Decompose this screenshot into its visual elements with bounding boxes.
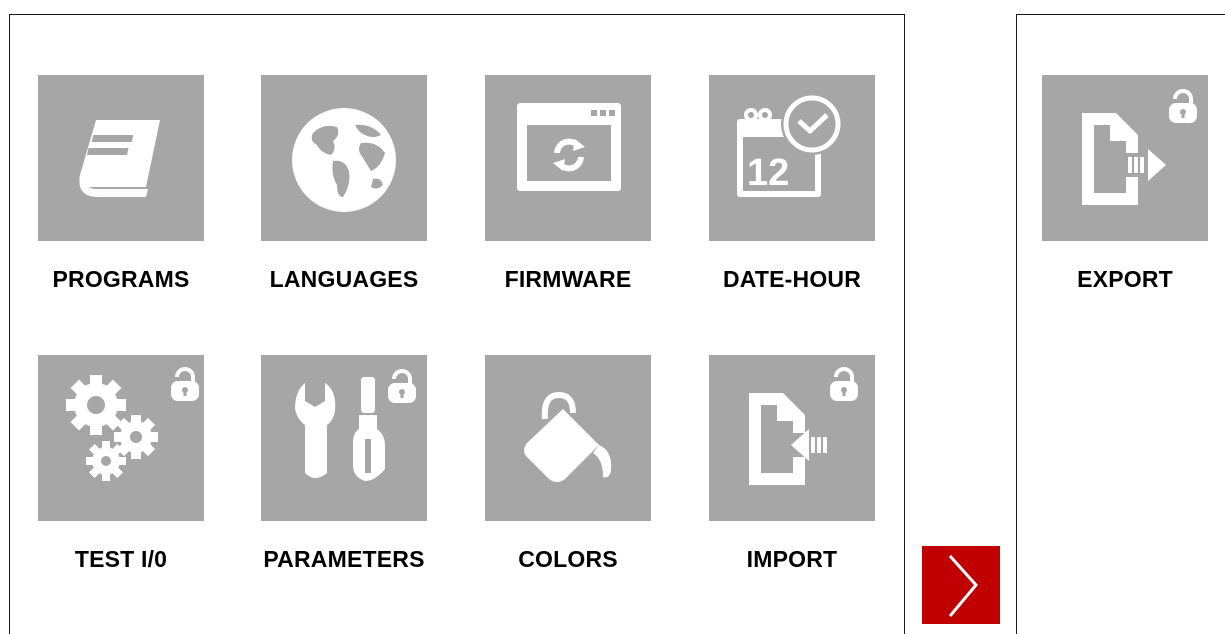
import-label: IMPORT [746, 546, 838, 572]
calendar-clock-icon: 12 [737, 93, 843, 197]
globe-icon [292, 108, 396, 212]
languages-label: LANGUAGES [269, 266, 419, 292]
programs-label: PROGRAMS [52, 266, 190, 292]
lock-icon [1169, 89, 1197, 123]
test-io-button[interactable] [38, 355, 204, 521]
tools-icon [295, 369, 416, 481]
lock-icon [388, 369, 416, 403]
file-export-icon [1082, 89, 1197, 205]
colors-button[interactable] [485, 355, 651, 521]
firmware-label: FIRMWARE [504, 266, 632, 292]
file-import-icon [749, 367, 858, 485]
book-icon [79, 120, 160, 197]
chevron-right-icon [948, 554, 978, 617]
export-label: EXPORT [1077, 266, 1173, 292]
firmware-refresh-icon [517, 103, 621, 191]
next-page-button[interactable] [922, 546, 1000, 624]
programs-button[interactable] [38, 75, 204, 241]
colors-label: COLORS [518, 546, 618, 572]
import-button[interactable] [709, 355, 875, 521]
lock-icon [171, 367, 199, 401]
parameters-button[interactable] [261, 355, 427, 521]
date-hour-label: DATE-HOUR [722, 266, 862, 292]
firmware-button[interactable] [485, 75, 651, 241]
parameters-label: PARAMETERS [263, 546, 425, 572]
svg-text:12: 12 [747, 152, 789, 194]
date-hour-button[interactable]: 12 [709, 75, 875, 241]
languages-button[interactable] [261, 75, 427, 241]
test-io-label: TEST I/0 [74, 546, 168, 572]
export-button[interactable] [1042, 75, 1208, 241]
paint-bucket-icon [524, 391, 612, 482]
lock-icon [830, 367, 858, 401]
gears-icon [66, 367, 199, 481]
